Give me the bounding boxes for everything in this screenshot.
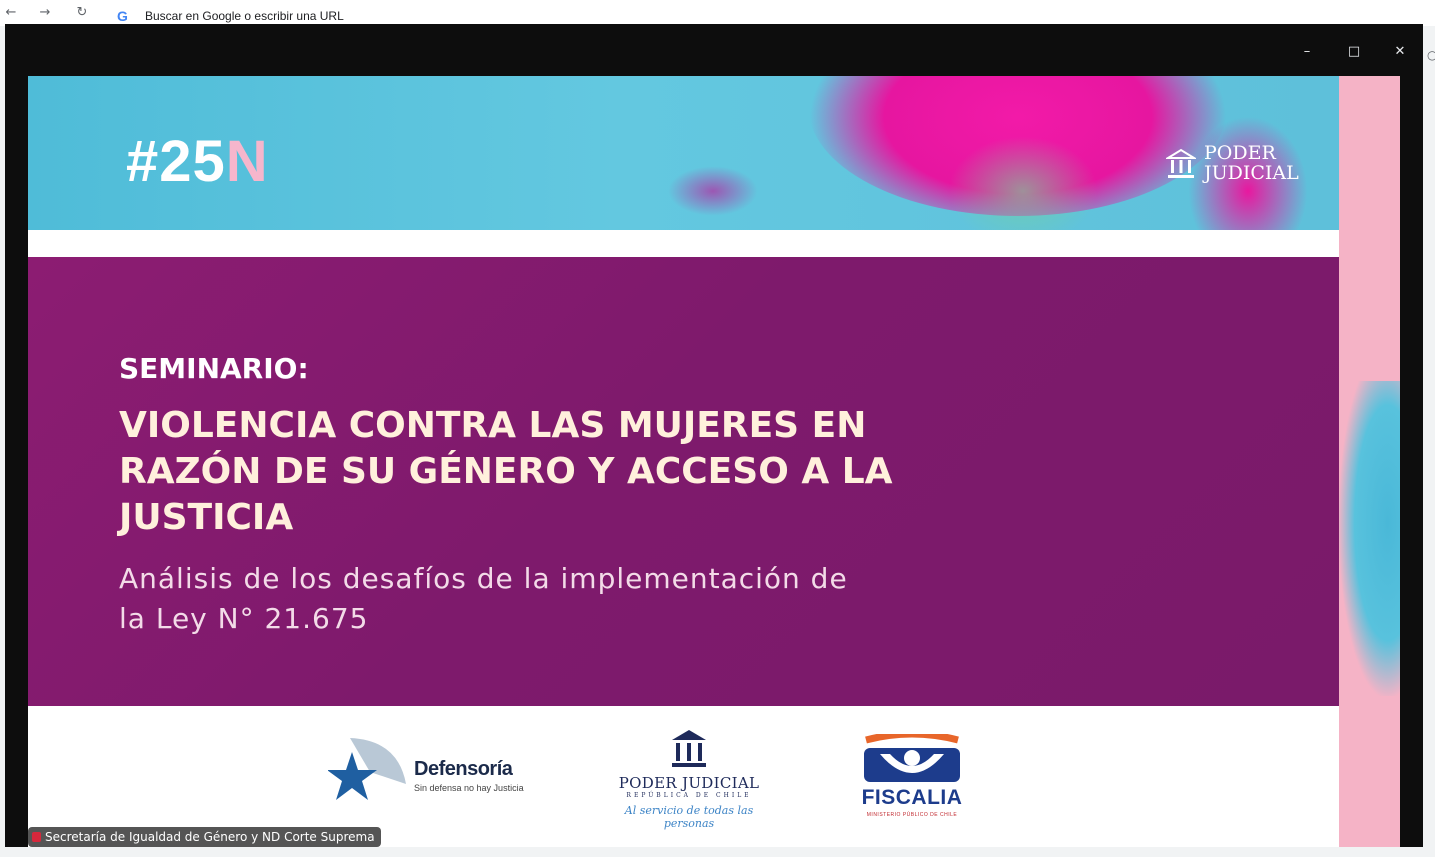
sponsor-logos: Defensoría Sin defensa no hay Justicia P… [28,706,1339,847]
omnibox-input[interactable]: Buscar en Google o escribir una URL [145,9,344,23]
hashtag-title: #25N [126,129,269,194]
decorative-side-strip [1339,76,1400,847]
top-banner: #25N PODER JUDICIAL [28,76,1339,230]
courthouse-icon [672,730,706,767]
top-logo-line2: JUDICIAL [1204,162,1299,184]
browser-toolbar: ← → ↻ G Buscar en Google o escribir una … [0,0,1435,26]
courthouse-icon [1166,148,1196,178]
seminar-subtitle: Análisis de los desafíos de la implement… [119,562,848,635]
poder-judicial-logo: PODER JUDICIAL REPÚBLICA DE CHILE Al ser… [614,728,764,830]
seminar-title: VIOLENCIA CONTRA LAS MUJERES EN RAZÓN DE… [119,405,893,538]
partial-icon: ○ [1427,48,1435,62]
video-popup-window: – □ ✕ #25N PODER JUDICIAL SEMINARIO: VIO… [5,24,1423,847]
channel-icon [32,832,41,842]
channel-label[interactable]: Secretaría de Igualdad de Género y ND Co… [28,827,381,847]
divider [28,230,1339,257]
close-button[interactable]: ✕ [1392,44,1408,60]
video-player[interactable]: #25N PODER JUDICIAL SEMINARIO: VIOLENCIA… [28,76,1400,847]
seminar-label: SEMINARIO: [119,352,309,385]
forward-arrow-icon[interactable]: → [38,6,52,20]
fiscalia-logo: FISCALIA MINISTERIO PÚBLICO DE CHILE [844,734,984,822]
title-panel: SEMINARIO: VIOLENCIA CONTRA LAS MUJERES … [28,257,1339,706]
back-arrow-icon[interactable]: ← [4,6,18,20]
defensoria-logo: Defensoría Sin defensa no hay Justicia [328,736,528,808]
star-icon [328,738,406,800]
fiscalia-emblem-icon [864,734,960,782]
minimize-button[interactable]: – [1299,44,1315,60]
google-icon: G [117,8,128,24]
maximize-button[interactable]: □ [1346,44,1362,60]
top-logo-line1: PODER [1204,142,1276,164]
reload-icon[interactable]: ↻ [75,6,89,20]
